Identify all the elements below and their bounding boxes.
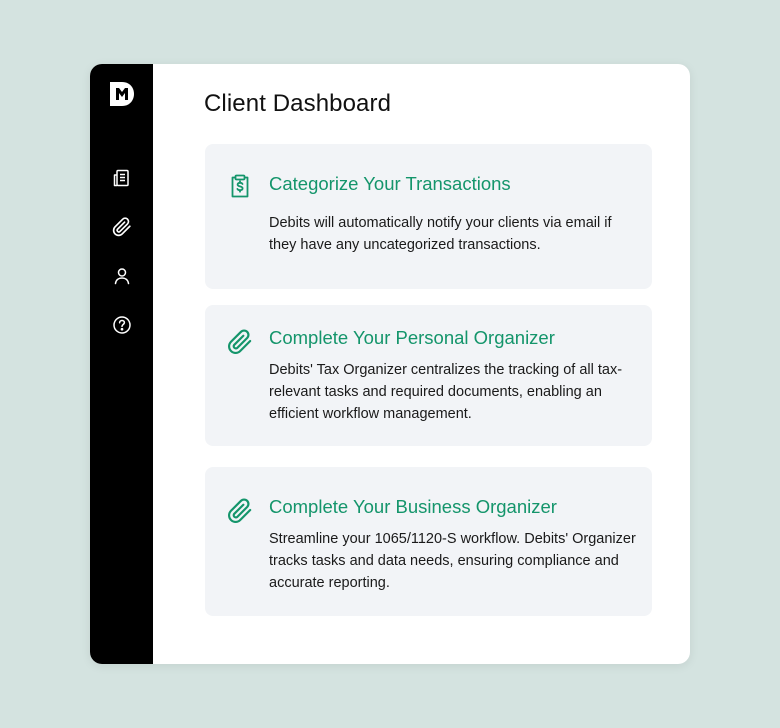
sidebar (90, 64, 153, 664)
sidebar-item-organizer[interactable] (112, 217, 132, 237)
paperclip-icon (227, 329, 253, 355)
page-title: Client Dashboard (204, 90, 392, 117)
card-personal-organizer[interactable]: Complete Your Personal Organizer Debits'… (205, 305, 652, 446)
card-categorize-transactions[interactable]: Categorize Your Transactions Debits will… (205, 144, 652, 289)
card-title: Complete Your Business Organizer (269, 496, 557, 517)
paperclip-icon (112, 217, 132, 237)
card-description: Debits will automatically notify your cl… (269, 215, 612, 253)
clipboard-dollar-icon (227, 173, 253, 199)
card-title: Categorize Your Transactions (269, 173, 511, 194)
receipt-icon (112, 168, 132, 188)
main-content: Client Dashboard Categorize Your Transac… (153, 64, 690, 664)
card-description: Debits' Tax Organizer centralizes the tr… (269, 362, 623, 422)
debits-logo[interactable] (108, 80, 136, 108)
sidebar-item-help[interactable] (112, 315, 132, 335)
app-window: Client Dashboard Categorize Your Transac… (90, 64, 690, 664)
card-description: Streamline your 1065/1120-S workflow. De… (269, 531, 636, 591)
paperclip-icon (227, 498, 253, 524)
user-icon (112, 266, 132, 286)
sidebar-item-transactions[interactable] (112, 168, 132, 188)
card-title: Complete Your Personal Organizer (269, 327, 555, 348)
card-business-organizer[interactable]: Complete Your Business Organizer Streaml… (205, 467, 652, 616)
help-icon (112, 315, 132, 335)
sidebar-item-profile[interactable] (112, 266, 132, 286)
